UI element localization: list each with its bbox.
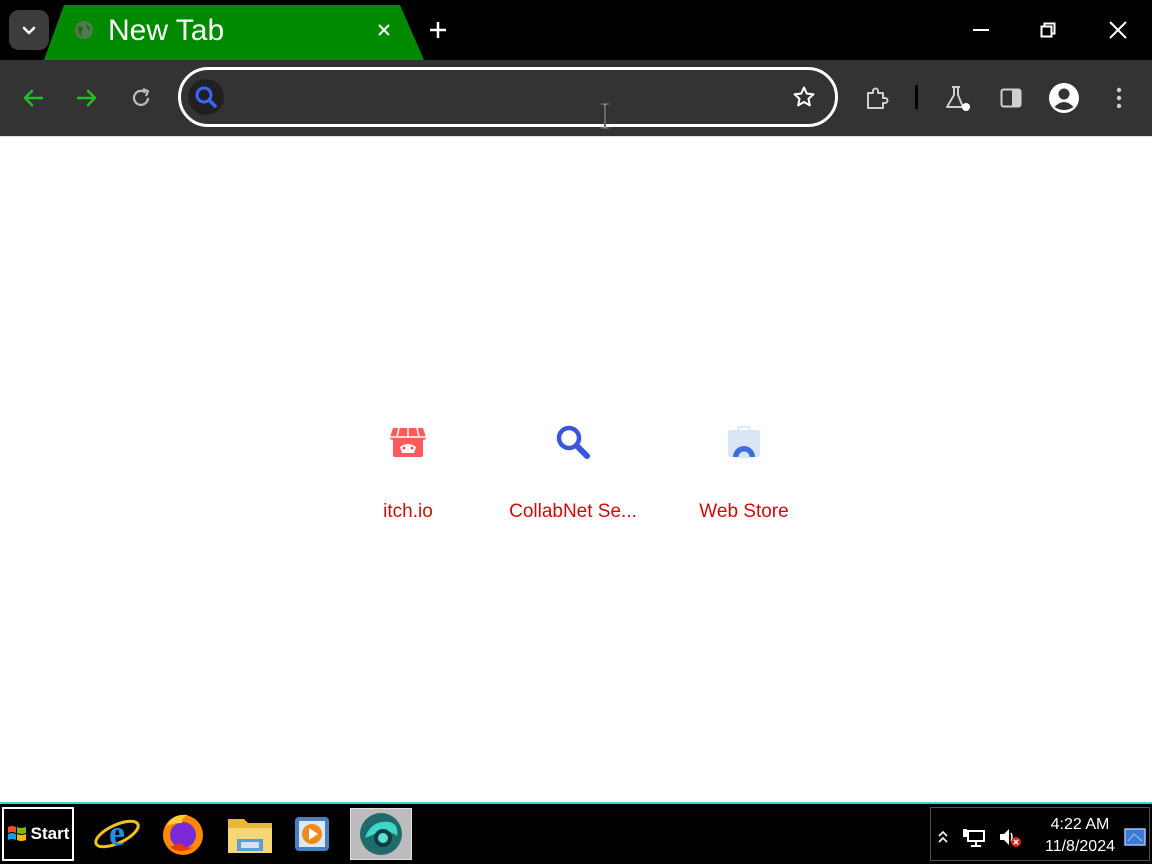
extensions-icon: [867, 87, 889, 109]
taskbar-media-player[interactable]: [283, 808, 341, 860]
restore-button[interactable]: [1028, 12, 1068, 48]
show-desktop-icon: [1124, 828, 1146, 846]
omnibox-search-icon-wrap: [188, 79, 224, 115]
restore-icon: [1040, 22, 1056, 38]
side-panel-icon: [1000, 88, 1022, 108]
search-icon: [553, 422, 593, 462]
clock-date: 11/8/2024: [1045, 838, 1115, 855]
svg-text:e: e: [109, 813, 125, 853]
new-tab-button[interactable]: [424, 16, 452, 44]
taskbar: Start e 4:22 AM 11/8/2024: [0, 802, 1152, 864]
chevron-up-icon: [938, 830, 948, 843]
menu-icon: [1116, 87, 1122, 109]
tab-title[interactable]: New Tab: [108, 14, 224, 48]
start-label: Start: [30, 824, 70, 843]
internet-explorer-icon: e: [94, 813, 140, 853]
address-bar[interactable]: [178, 67, 838, 127]
tab-search-button[interactable]: [9, 10, 49, 50]
clock-time: 4:22 AM: [1050, 816, 1110, 833]
bookmark-button[interactable]: [789, 82, 819, 112]
profile-icon: [1049, 83, 1079, 113]
close-window-button[interactable]: [1098, 12, 1138, 48]
browser-app-icon: [360, 813, 402, 855]
network-icon: [963, 829, 985, 847]
volume-tray-button[interactable]: [997, 824, 1023, 850]
profile-button[interactable]: [1046, 80, 1082, 116]
new-tab-page: itch.io CollabNet Se... Web Store: [0, 136, 1152, 802]
taskbar-file-explorer[interactable]: [221, 808, 279, 860]
show-hidden-icons-button[interactable]: [935, 824, 951, 850]
tab-new-tab[interactable]: [44, 5, 424, 60]
file-explorer-icon: [228, 819, 272, 853]
close-icon: [1109, 21, 1127, 39]
shortcut-label: Web Store: [699, 501, 789, 522]
taskbar-clock[interactable]: 4:22 AM 11/8/2024: [1035, 814, 1125, 858]
reload-icon: [132, 87, 150, 106]
shortcut-collabnet[interactable]: CollabNet Se...: [503, 422, 643, 542]
windows-logo-icon: [7, 826, 26, 841]
media-player-icon: [295, 817, 329, 851]
labs-icon: [946, 86, 970, 111]
network-tray-button[interactable]: [961, 824, 987, 850]
omnibox-input[interactable]: [231, 80, 771, 114]
search-icon: [195, 86, 217, 108]
toolbar-separator: [915, 85, 918, 109]
close-tab-button[interactable]: [372, 18, 396, 42]
arrow-right-icon: [76, 89, 97, 107]
forward-button[interactable]: [69, 80, 105, 116]
back-button[interactable]: [15, 80, 51, 116]
text-cursor-icon: [601, 103, 609, 129]
menu-button[interactable]: [1101, 80, 1137, 116]
arrow-left-icon: [23, 89, 44, 107]
volume-muted-icon: [1000, 829, 1021, 847]
globe-icon: [75, 21, 93, 39]
taskbar-firefox[interactable]: [154, 808, 212, 860]
tab-strip: New Tab: [0, 0, 1152, 60]
reload-button[interactable]: [123, 80, 159, 116]
star-icon: [793, 86, 815, 107]
extensions-button[interactable]: [859, 80, 895, 116]
itch-io-icon: [388, 422, 428, 462]
chevron-down-icon: [22, 26, 36, 35]
firefox-icon: [163, 814, 203, 855]
shortcut-itch-io[interactable]: itch.io: [338, 422, 478, 542]
taskbar-browser-app[interactable]: [350, 808, 412, 860]
minimize-button[interactable]: [961, 12, 1001, 48]
browser-window: New Tab itch.io CollabNet Se... Web Stor…: [0, 0, 1152, 802]
browser-toolbar: [0, 60, 1152, 136]
system-tray: 4:22 AM 11/8/2024: [930, 807, 1150, 861]
show-desktop-button[interactable]: [1123, 824, 1147, 850]
labs-button[interactable]: [939, 80, 975, 116]
shortcut-label: CollabNet Se...: [509, 501, 637, 522]
web-store-icon: [724, 422, 764, 462]
shortcut-label: itch.io: [383, 501, 433, 522]
minimize-icon: [973, 29, 989, 31]
plus-icon: [430, 22, 446, 38]
start-button[interactable]: Start: [2, 807, 74, 861]
taskbar-internet-explorer[interactable]: e: [88, 808, 146, 860]
side-panel-button[interactable]: [993, 80, 1029, 116]
close-icon: [378, 24, 390, 36]
shortcut-web-store[interactable]: Web Store: [674, 422, 814, 542]
